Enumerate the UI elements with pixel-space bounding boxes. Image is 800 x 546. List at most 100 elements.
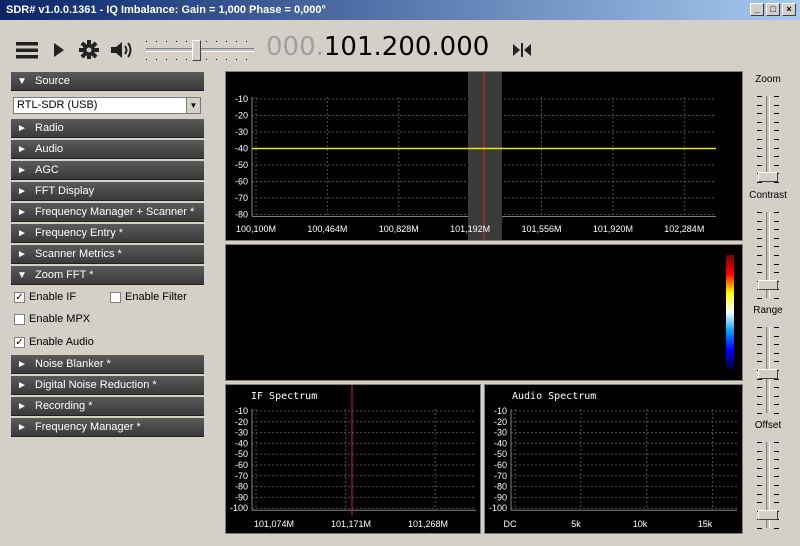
au-y-tick-label: -20 bbox=[494, 417, 507, 427]
slider-tick bbox=[774, 96, 779, 97]
if-x-tick-label: 101,074M bbox=[254, 519, 294, 529]
enable-if-checkbox[interactable]: ✓ Enable IF bbox=[14, 291, 76, 303]
if-y-tick-label: -10 bbox=[235, 406, 248, 416]
spectrum-analyzer[interactable]: -10 -20 -30 -40 -50 -60 -70 -80 100,100M 100,464… bbox=[225, 71, 743, 241]
spec-y-tick-label: -30 bbox=[235, 127, 248, 137]
section-frequency-manager-scanner[interactable]: ► Frequency Manager + Scanner * bbox=[11, 203, 204, 222]
if-y-tick-label: -60 bbox=[235, 460, 248, 470]
slider-tick bbox=[774, 528, 779, 529]
au-y-tick-label: -40 bbox=[494, 438, 507, 448]
slider-tick bbox=[774, 139, 779, 140]
contrast-slider-thumb[interactable] bbox=[758, 280, 778, 291]
slider-tick bbox=[757, 156, 762, 158]
slider-tick bbox=[757, 387, 762, 389]
section-scanner-metrics[interactable]: ► Scanner Metrics * bbox=[11, 245, 204, 264]
enable-filter-checkbox[interactable]: Enable Filter bbox=[110, 291, 187, 303]
enable-audio-checkbox[interactable]: ✓ Enable Audio bbox=[14, 336, 94, 348]
slider-tick bbox=[757, 502, 762, 504]
range-label: Range bbox=[753, 305, 783, 316]
slider-tick bbox=[757, 493, 762, 495]
slider-tick bbox=[757, 147, 762, 149]
if-y-tick-label: -90 bbox=[235, 492, 248, 502]
maximize-button[interactable]: □ bbox=[766, 3, 780, 16]
frequency-main-digits[interactable]: 101.200.000 bbox=[324, 32, 489, 62]
section-radio[interactable]: ► Radio bbox=[11, 119, 204, 138]
slider-tick bbox=[774, 387, 779, 389]
slider-tick bbox=[757, 255, 762, 256]
section-fft-display[interactable]: ► FFT Display bbox=[11, 182, 204, 201]
window-title: SDR# v1.0.0.1361 - IQ Imbalance: Gain = … bbox=[6, 4, 326, 16]
au-x-tick-label: DC bbox=[504, 519, 517, 529]
slider-tick bbox=[757, 130, 762, 132]
au-y-tick-label: -100 bbox=[489, 503, 507, 513]
slider-tick bbox=[774, 361, 779, 363]
section-agc[interactable]: ► AGC bbox=[11, 161, 204, 180]
section-source[interactable]: ▼ Source bbox=[11, 72, 204, 91]
enable-mpx-checkbox[interactable]: Enable MPX bbox=[14, 313, 90, 325]
gear-icon[interactable] bbox=[78, 39, 100, 59]
slider-tick bbox=[774, 147, 779, 149]
section-frequency-manager[interactable]: ► Frequency Manager * bbox=[11, 418, 204, 437]
slider-tick bbox=[774, 156, 779, 158]
spec-x-tick-label: 101,556M bbox=[522, 224, 562, 234]
slider-tick bbox=[757, 164, 762, 166]
spec-y-tick-label: -50 bbox=[235, 160, 248, 170]
au-x-tick-label: 5k bbox=[571, 519, 581, 529]
slider-tick bbox=[757, 528, 762, 529]
slider-tick bbox=[774, 104, 779, 106]
close-button[interactable]: × bbox=[782, 3, 796, 16]
spectrum-svg[interactable]: -10 -20 -30 -40 -50 -60 -70 -80 100,100M 100,464… bbox=[226, 72, 742, 240]
spec-x-tick-label: 100,828M bbox=[379, 224, 419, 234]
au-y-tick-label: -60 bbox=[494, 460, 507, 470]
if-y-tick-label: -40 bbox=[235, 438, 248, 448]
range-slider-thumb[interactable] bbox=[758, 368, 778, 379]
slider-tick bbox=[757, 476, 762, 478]
section-zoom-fft[interactable]: ▼ Zoom FFT * bbox=[11, 266, 204, 285]
if-x-tick-label: 101,171M bbox=[331, 519, 371, 529]
section-audio[interactable]: ► Audio bbox=[11, 140, 204, 159]
minimize-button[interactable]: _ bbox=[750, 3, 764, 16]
section-recording[interactable]: ► Recording * bbox=[11, 397, 204, 416]
slider-tick bbox=[774, 237, 779, 239]
au-x-tick-label: 15k bbox=[698, 519, 713, 529]
zoom-slider-thumb[interactable] bbox=[758, 172, 778, 182]
slider-tick bbox=[757, 229, 762, 231]
speaker-icon[interactable] bbox=[110, 40, 132, 60]
frequency-dim-digits[interactable]: 000. bbox=[266, 32, 324, 62]
frequency-display[interactable]: 000.101.200.000 bbox=[266, 32, 489, 62]
if-y-tick-label: -100 bbox=[230, 503, 248, 513]
audio-spectrum-svg[interactable]: -10-20-30-40-50-60-70-80-90-100 DC 5k 10k 15… bbox=[485, 385, 742, 533]
title-bar: SDR# v1.0.0.1361 - IQ Imbalance: Gain = … bbox=[0, 0, 800, 20]
menu-icon[interactable] bbox=[16, 40, 38, 60]
slider-tick bbox=[757, 459, 762, 461]
offset-label: Offset bbox=[754, 420, 782, 431]
offset-slider-thumb[interactable] bbox=[758, 510, 778, 521]
if-x-tick-label: 101,268M bbox=[408, 519, 448, 529]
slider-tick bbox=[757, 104, 762, 106]
audio-spectrum-panel[interactable]: Audio Spectrum -10 -20 -30 -40 -50 -60 -70 -80-… bbox=[484, 384, 743, 534]
volume-slider[interactable] bbox=[146, 38, 254, 64]
slider-tick bbox=[757, 344, 762, 346]
source-device-select[interactable]: RTL-SDR (USB) ▼ bbox=[13, 97, 201, 114]
center-tune-icon[interactable] bbox=[512, 42, 534, 62]
slider-tick bbox=[774, 130, 779, 132]
slider-tick bbox=[757, 450, 762, 452]
waterfall-display[interactable] bbox=[225, 244, 743, 381]
volume-thumb[interactable] bbox=[192, 40, 201, 61]
if-y-tick-label: -70 bbox=[235, 471, 248, 481]
slider-tick bbox=[757, 327, 762, 328]
play-icon[interactable] bbox=[52, 41, 74, 61]
slider-tick bbox=[757, 121, 762, 123]
section-noise-blanker[interactable]: ► Noise Blanker * bbox=[11, 355, 204, 374]
if-spectrum-svg[interactable]: -10-20-30-40-50-60-70-80-90-100 101,074M 1… bbox=[226, 385, 480, 533]
if-spectrum-panel[interactable]: IF Spectrum -10 -20 -30 -40 -50 -60 -70 -80 -90-… bbox=[225, 384, 481, 534]
zoom-slider-track[interactable] bbox=[766, 96, 770, 182]
if-y-tick-label: -80 bbox=[235, 482, 248, 492]
section-digital-noise-reduction[interactable]: ► Digital Noise Reduction * bbox=[11, 376, 204, 395]
slider-tick bbox=[757, 404, 762, 406]
chevron-down-icon[interactable]: ▼ bbox=[186, 98, 200, 113]
section-frequency-entry[interactable]: ► Frequency Entry * bbox=[11, 224, 204, 243]
filter-bandwidth-band[interactable] bbox=[468, 72, 502, 240]
slider-tick bbox=[757, 139, 762, 140]
spec-y-tick-label: -20 bbox=[235, 111, 248, 121]
